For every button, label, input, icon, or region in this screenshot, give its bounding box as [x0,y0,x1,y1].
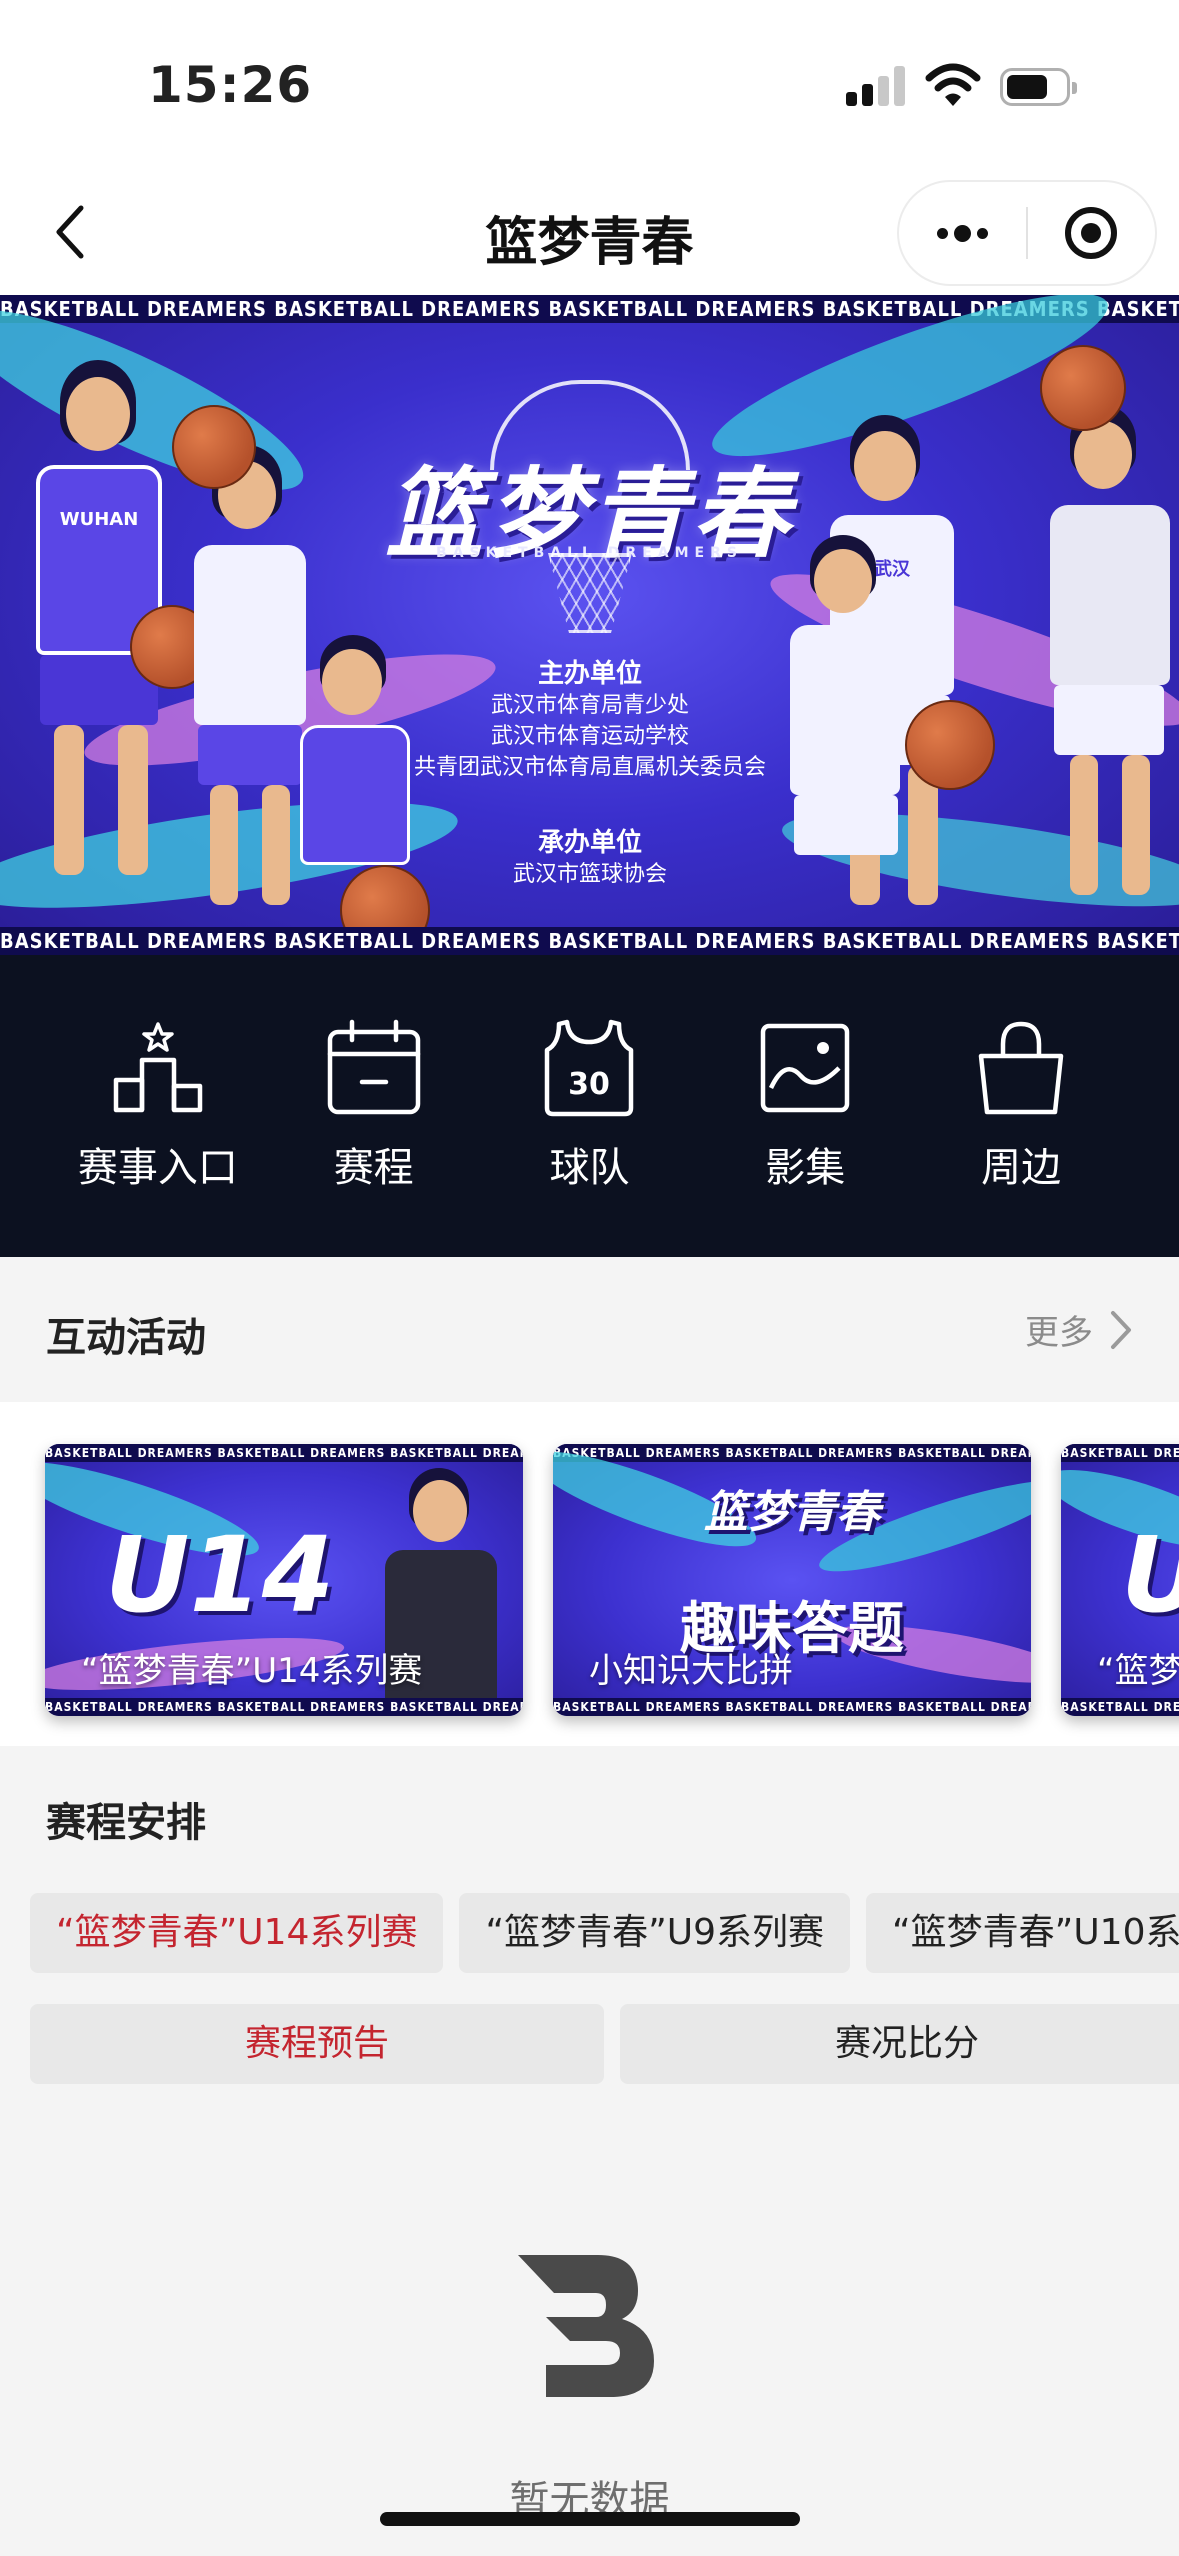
menu-label: 球队 [549,1145,630,1191]
tab-u10-series[interactable]: “篮梦青春”U10系列赛 [866,1893,1179,1973]
basketball [905,700,995,790]
menu-item-event-entry[interactable]: 赛事入口 [58,955,258,1257]
shopping-bag-icon [966,1013,1076,1123]
more-link[interactable]: 更多 [1025,1305,1133,1354]
activity-card[interactable]: BASKETBALL DREAMERS BASKETBALL DREAMERS … [1061,1444,1179,1716]
close-mini-program-button[interactable] [1028,182,1155,284]
tab-u14-series[interactable]: “篮梦青春”U14系列赛 [30,1893,444,1973]
banner-ticker-bottom: BASKETBALL DREAMERS BASKETBALL DREAMERS … [0,927,1179,955]
basketball-net [548,553,632,633]
card-headline: U [1121,1514,1179,1636]
mini-program-capsule [897,180,1157,286]
more-label: 更多 [1025,1313,1093,1353]
card-caption: “篮梦青春”U14系列赛 [81,1651,423,1691]
card-caption: 小知识大比拼 [589,1651,793,1691]
card-ticker: BASKETBALL DREAMERS BASKETBALL DREAMERS … [1061,1444,1179,1462]
menu-item-teams[interactable]: 30 球队 [489,955,689,1257]
wifi-icon [925,63,981,106]
card-ticker: BASKETBALL DREAMERS BASKETBALL DREAMERS … [553,1698,1031,1716]
image-icon [750,1013,860,1123]
nav-bar: 篮梦青春 [0,170,1179,295]
more-options-button[interactable] [899,182,1026,284]
activity-card[interactable]: BASKETBALL DREAMERS BASKETBALL DREAMERS … [45,1444,523,1716]
tab-u9-series[interactable]: “篮梦青春”U9系列赛 [459,1893,851,1973]
menu-label: 赛程 [333,1145,414,1191]
schedule-subtabs: 赛程预告 赛况比分 [30,2004,1179,2084]
schedule-title: 赛程安排 [46,1800,206,1846]
tab-schedule-preview[interactable]: 赛程预告 [30,2004,604,2084]
battery-icon [1000,68,1077,106]
card-logo-text: 篮梦青春 [704,1487,880,1538]
activities-header: 互动活动 更多 [0,1257,1179,1402]
podium-star-icon [103,1013,213,1123]
tab-live-scores[interactable]: 赛况比分 [620,2004,1179,2084]
card-headline: U14 [105,1514,335,1636]
home-indicator[interactable] [380,2512,800,2526]
card-ticker: BASKETBALL DREAMERS BASKETBALL DREAMERS … [553,1444,1031,1462]
menu-item-gallery[interactable]: 影集 [705,955,905,1257]
player-illustration [1040,385,1179,925]
more-dots-icon [937,224,988,242]
menu-label: 赛事入口 [77,1145,238,1191]
card-ticker: BASKETBALL DREAMERS BASKETBALL DREAMERS … [1061,1698,1179,1716]
jersey-30-icon: 30 [534,1013,644,1123]
brand-b-logo [518,2255,654,2397]
activities-carousel[interactable]: BASKETBALL DREAMERS BASKETBALL DREAMERS … [0,1402,1179,1746]
feature-menu: 赛事入口 赛程 30 球队 影集 周边 [0,955,1179,1257]
menu-label: 影集 [765,1145,846,1191]
series-tabs: “篮梦青春”U14系列赛 “篮梦青春”U9系列赛 “篮梦青春”U10系列赛 [30,1893,1179,1973]
menu-item-merch[interactable]: 周边 [921,955,1121,1257]
status-time: 15:26 [148,56,313,114]
activity-card[interactable]: BASKETBALL DREAMERS BASKETBALL DREAMERS … [553,1444,1031,1716]
cellular-signal-icon [846,66,906,106]
status-bar: 15:26 [0,0,1179,170]
basketball [1040,345,1126,431]
target-icon [1065,207,1118,259]
menu-item-schedule[interactable]: 赛程 [274,955,474,1257]
jersey-number: 30 [569,1067,611,1102]
hero-banner[interactable]: BASKETBALL DREAMERS BASKETBALL DREAMERS … [0,295,1179,955]
chevron-right-icon [1111,1310,1131,1349]
card-caption: “篮梦 [1097,1651,1179,1691]
calendar-icon [319,1013,429,1123]
activities-title: 互动活动 [46,1315,206,1361]
card-ticker: BASKETBALL DREAMERS BASKETBALL DREAMERS … [45,1698,523,1716]
menu-label: 周边 [981,1145,1062,1191]
